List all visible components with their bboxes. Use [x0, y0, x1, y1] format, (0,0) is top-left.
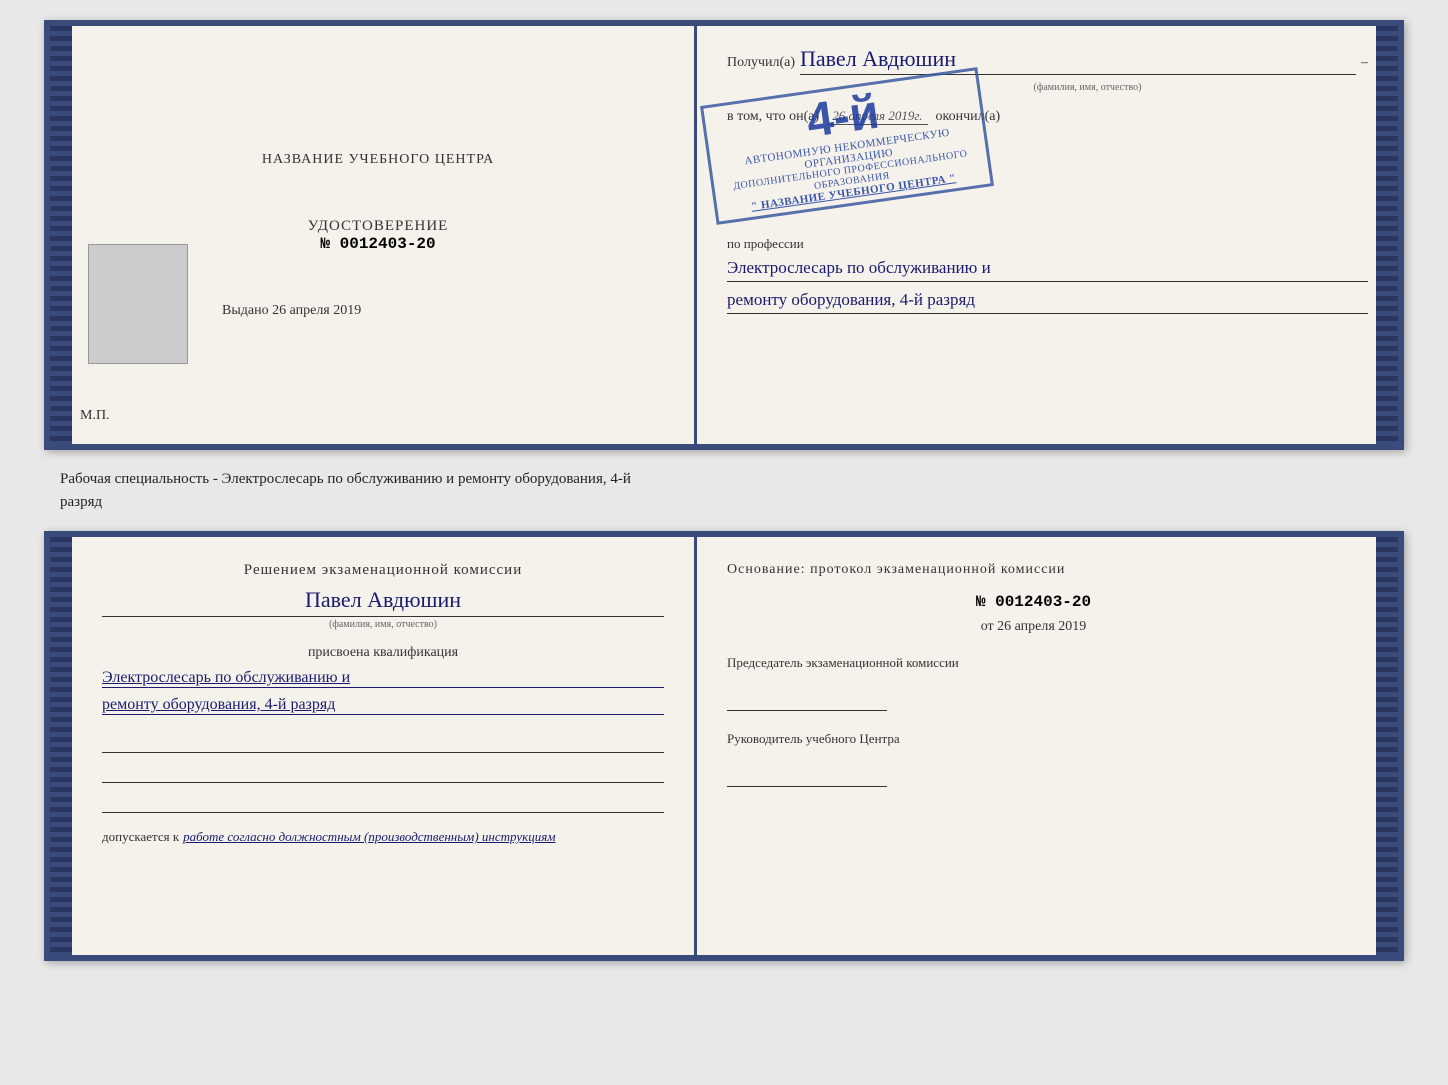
vydano-row: Выдано 26 апреля 2019: [222, 303, 361, 319]
po-professii-block: по профессии Электрослесарь по обслужива…: [727, 235, 1368, 314]
vydano-date: 26 апреля 2019: [272, 303, 361, 318]
poluchil-label: Получил(а): [727, 55, 795, 71]
dash-label: –: [1361, 55, 1368, 71]
dopusk-value: работе согласно должностным (производств…: [183, 829, 555, 844]
prisvoena-label: присвоена квалификация: [102, 645, 664, 661]
bottom-document: Решением экзаменационной комиссии Павел …: [44, 531, 1404, 961]
predsedatel-sig-line: [727, 686, 887, 711]
top-doc-left: НАЗВАНИЕ УЧЕБНОГО ЦЕНТРА УДОСТОВЕРЕНИЕ №…: [50, 26, 697, 444]
blank-lines: [102, 735, 664, 813]
ot-label: от: [981, 619, 994, 634]
blank-line-3: [102, 795, 664, 813]
dopuskaetsya-block: допускается к работе согласно должностны…: [102, 828, 664, 846]
caption-line1: Рабочая специальность - Электрослесарь п…: [60, 471, 631, 487]
predsedatel-label: Председатель экзаменационной комиссии: [727, 655, 1340, 671]
blank-line-1: [102, 735, 664, 753]
ot-date-value: 26 апреля 2019: [997, 619, 1086, 634]
kvali-line1: Электрослесарь по обслуживанию и: [102, 669, 664, 688]
bottom-doc-right: Основание: протокол экзаменационной коми…: [697, 537, 1398, 955]
mp-label: М.П.: [80, 408, 110, 424]
rukovoditel-block: Руководитель учебного Центра: [727, 731, 1340, 787]
center-title: НАЗВАНИЕ УЧЕБНОГО ЦЕНТРА: [262, 152, 494, 168]
dopusk-label: допускается к: [102, 829, 179, 844]
caption-line2: разряд: [60, 494, 102, 510]
protocol-number: № 0012403-20: [727, 593, 1340, 611]
bottom-fio-sublabel: (фамилия, имя, отчество): [102, 619, 664, 630]
top-doc-right: Получил(а) Павел Авдюшин – (фамилия, имя…: [697, 26, 1398, 444]
osnovanie-title: Основание: протокол экзаменационной коми…: [727, 562, 1340, 578]
kvali-line2: ремонту оборудования, 4-й разряд: [102, 696, 664, 715]
vydano-label: Выдано: [222, 303, 269, 318]
rukovoditel-label: Руководитель учебного Центра: [727, 731, 1340, 747]
profession-line1: Электрослесарь по обслуживанию и: [727, 258, 1368, 282]
profession-line2: ремонту оборудования, 4-й разряд: [727, 290, 1368, 314]
resheniem-title: Решением экзаменационной комиссии: [102, 562, 664, 579]
bottom-doc-left: Решением экзаменационной комиссии Павел …: [50, 537, 697, 955]
bottom-recipient-name: Павел Авдюшин: [102, 587, 664, 617]
udostoverenie-number: № 0012403-20: [320, 235, 435, 253]
po-professii-label: по профессии: [727, 236, 804, 251]
rukovoditel-sig-line: [727, 762, 887, 787]
caption: Рабочая специальность - Электрослесарь п…: [20, 468, 631, 513]
ot-date: от 26 апреля 2019: [727, 619, 1340, 635]
poluchil-row: Получил(а) Павел Авдюшин –: [727, 46, 1368, 75]
udostoverenie-label: УДОСТОВЕРЕНИЕ: [308, 218, 449, 235]
stamp: 4-й АВТОНОМНУЮ НЕКОММЕРЧЕСКУЮ ОРГАНИЗАЦИ…: [700, 67, 994, 225]
photo-placeholder: [88, 244, 188, 364]
recipient-name: Павел Авдюшин: [800, 46, 1356, 75]
top-document: НАЗВАНИЕ УЧЕБНОГО ЦЕНТРА УДОСТОВЕРЕНИЕ №…: [44, 20, 1404, 450]
udostoverenie-block: УДОСТОВЕРЕНИЕ № 0012403-20: [308, 218, 449, 253]
predsedatel-block: Председатель экзаменационной комиссии: [727, 655, 1340, 711]
blank-line-2: [102, 765, 664, 783]
